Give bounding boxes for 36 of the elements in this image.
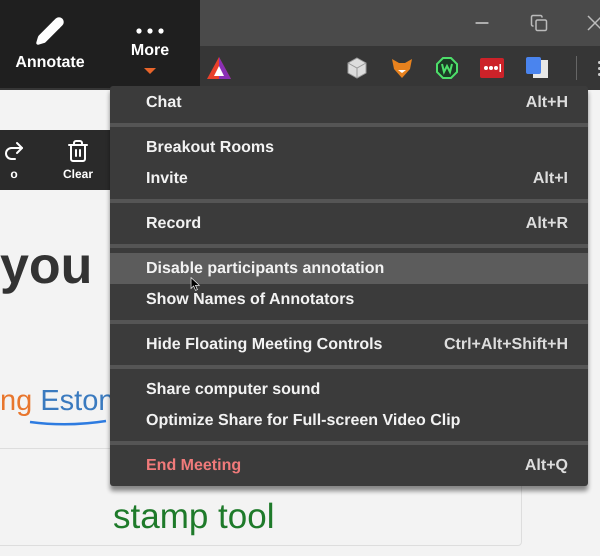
menu-item[interactable]: Chat Alt+H <box>110 87 588 118</box>
cube-icon[interactable] <box>345 56 369 80</box>
menu-item[interactable]: End Meeting Alt+Q <box>110 450 588 481</box>
redo-icon <box>2 139 26 163</box>
control-button[interactable]: More <box>100 0 200 88</box>
sentence-text: ng <box>0 385 34 417</box>
cursor-icon <box>190 277 201 291</box>
menu-item[interactable]: Invite Alt+I <box>110 163 588 194</box>
password-icon[interactable] <box>480 56 504 80</box>
shortcut-text: Alt+R <box>526 214 568 232</box>
menu-item[interactable]: Hide Floating Meeting Controls Ctrl+Alt+Shift+H <box>110 329 588 360</box>
shortcut-text: Alt+I <box>532 170 568 188</box>
tool-button[interactable]: o <box>0 130 46 190</box>
control-button[interactable]: Annotate <box>0 0 100 88</box>
octagon-icon[interactable] <box>435 56 459 80</box>
fox-icon[interactable] <box>390 56 414 80</box>
pencil-icon <box>35 16 65 46</box>
menu-item[interactable]: Optimize Share for Full-screen Video Clip <box>110 405 588 436</box>
shortcut-text: Alt+H <box>526 94 568 112</box>
shortcut-text: Ctrl+Alt+Shift+H <box>444 336 568 354</box>
card-text: stamp tool <box>113 497 276 537</box>
menu-item[interactable]: Record Alt+R <box>110 208 588 239</box>
tool-button[interactable]: Clear <box>46 130 110 190</box>
restore-icon[interactable] <box>530 14 548 32</box>
triangle-icon[interactable] <box>206 56 232 80</box>
close-icon[interactable] <box>586 14 600 32</box>
menu-item[interactable]: Show Names of Annotators <box>110 284 588 315</box>
trash-icon <box>66 139 90 163</box>
menu-item[interactable]: Disable participants annotation <box>110 253 588 284</box>
more-icon <box>136 28 164 34</box>
menu-item[interactable]: Share computer sound <box>110 374 588 405</box>
shortcut-text: Alt+Q <box>524 456 568 474</box>
menu-item[interactable]: Breakout Rooms <box>110 132 588 163</box>
heading: you <box>0 236 92 296</box>
translate-icon[interactable] <box>525 56 549 80</box>
caret-icon <box>144 68 156 74</box>
